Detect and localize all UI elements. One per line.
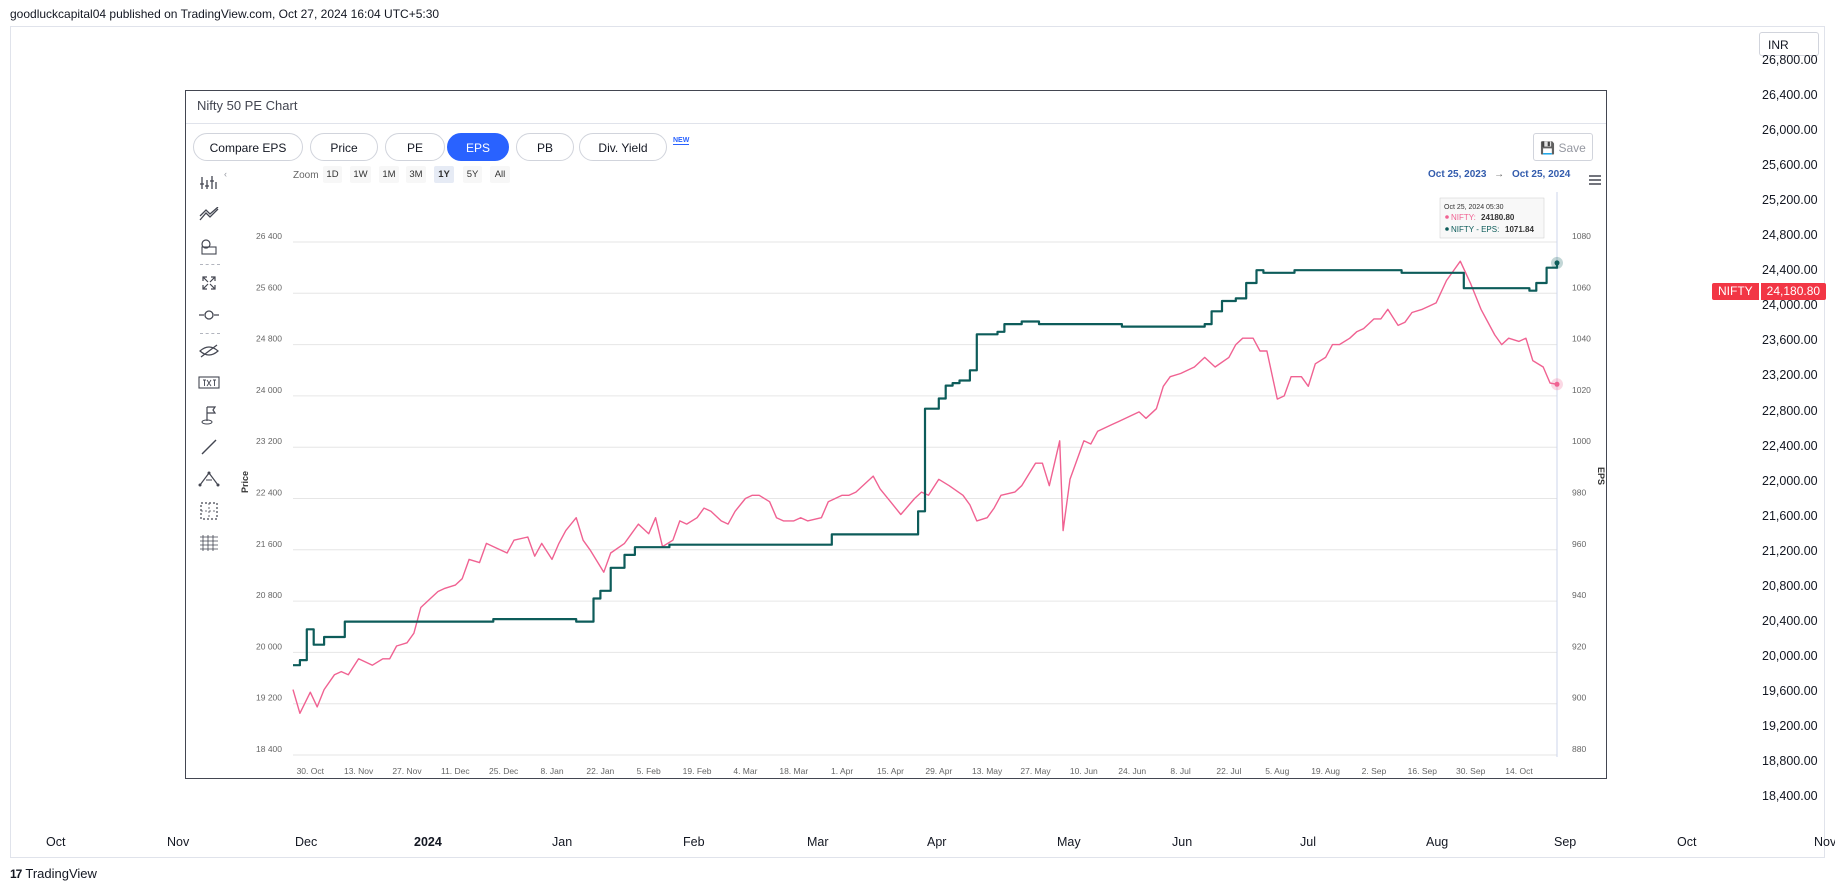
main-axis-tick-label: 18,400.00 bbox=[1762, 789, 1818, 804]
last-price-tag: NIFTY 24,180.80 bbox=[1712, 283, 1827, 300]
main-axis-tick-label: 22,000.00 bbox=[1762, 473, 1818, 488]
main-axis-tick-label: 18,800.00 bbox=[1762, 754, 1818, 768]
main-axis-tick-label: 19,200.00 bbox=[1762, 718, 1818, 733]
main-axis-month-label: Jun bbox=[1172, 835, 1193, 849]
save-label: Save bbox=[1558, 141, 1586, 155]
main-axis-tick-label: 22,400.00 bbox=[1762, 438, 1818, 453]
tab-eps[interactable]: EPS bbox=[447, 133, 509, 161]
main-axis-tick-label: 26,800.00 bbox=[1762, 53, 1818, 67]
measure-icon[interactable] bbox=[194, 235, 224, 259]
main-axis-month-label: 2024 bbox=[414, 835, 442, 849]
main-axis-tick-label: 19,600.00 bbox=[1762, 683, 1818, 698]
zoom-3m-button[interactable]: 3M bbox=[406, 166, 426, 183]
main-axis-month-label: Feb bbox=[683, 835, 705, 849]
zoom-icon[interactable] bbox=[194, 303, 224, 327]
main-axis-tick-label: 20,000.00 bbox=[1762, 648, 1818, 663]
main-axis-month-label: Jul bbox=[1300, 835, 1316, 849]
flag-icon[interactable] bbox=[194, 403, 224, 427]
tab-div-yield[interactable]: Div. Yield bbox=[579, 133, 667, 161]
main-axis-tick-label: 21,600.00 bbox=[1762, 508, 1818, 523]
main-axis-month-label: Mar bbox=[807, 835, 829, 849]
widget-title: Nifty 50 PE Chart bbox=[197, 98, 298, 113]
main-axis-tick-label: 23,200.00 bbox=[1762, 368, 1818, 383]
tab-compare-eps[interactable]: Compare EPS bbox=[193, 133, 303, 161]
main-axis-month-label: May bbox=[1057, 835, 1081, 849]
hide-icon[interactable] bbox=[194, 339, 224, 363]
main-axis-tick-label: 26,400.00 bbox=[1762, 88, 1818, 103]
zoom-1d-button[interactable]: 1D bbox=[323, 166, 342, 183]
main-axis-month-label: Sep bbox=[1554, 835, 1577, 849]
main-axis-month-label: Dec bbox=[295, 835, 318, 849]
selection-icon[interactable] bbox=[194, 499, 224, 523]
text-icon[interactable] bbox=[194, 371, 224, 395]
main-axis-tick-label: 21,200.00 bbox=[1762, 543, 1818, 558]
zoom-1w-button[interactable]: 1W bbox=[350, 166, 371, 183]
pe-chart-widget: Nifty 50 PE Chart Compare EPS Price PE E… bbox=[185, 90, 1607, 779]
main-axis-tick-label: 20,800.00 bbox=[1762, 578, 1818, 593]
save-icon: 💾 bbox=[1540, 141, 1556, 155]
main-axis-tick-label: 24,400.00 bbox=[1762, 263, 1818, 278]
path-icon[interactable] bbox=[194, 467, 224, 491]
main-axis-tick-label: 23,600.00 bbox=[1762, 333, 1818, 348]
main-axis-month-label: Oct bbox=[46, 835, 66, 849]
main-axis-tick-label: 24,000.00 bbox=[1762, 298, 1818, 313]
main-axis-tick-label: 20,400.00 bbox=[1762, 613, 1818, 628]
range-to[interactable]: Oct 25, 2024 bbox=[1512, 169, 1570, 180]
save-button[interactable]: 💾 Save bbox=[1533, 133, 1593, 161]
main-axis-tick-label: 24,800.00 bbox=[1762, 228, 1818, 243]
main-axis-tick-label: 22,800.00 bbox=[1762, 403, 1818, 418]
tab-pb[interactable]: PB bbox=[516, 133, 574, 161]
tradingview-brand: TradingView bbox=[25, 866, 97, 881]
main-axis-month-label: Apr bbox=[927, 835, 947, 849]
new-badge: NEW bbox=[673, 137, 690, 145]
title-divider bbox=[186, 123, 1606, 124]
main-axis-tick-label: 26,000.00 bbox=[1762, 123, 1818, 138]
main-axis-month-label: Oct bbox=[1677, 835, 1697, 849]
fullscreen-icon[interactable] bbox=[194, 271, 224, 295]
zoom-5y-button[interactable]: 5Y bbox=[463, 166, 482, 183]
tab-price[interactable]: Price bbox=[310, 133, 378, 161]
price-tag-symbol: NIFTY bbox=[1712, 283, 1759, 300]
line-tool-icon[interactable] bbox=[194, 171, 224, 195]
date-range[interactable]: Oct 25, 2023 → Oct 25, 2024 bbox=[1428, 169, 1570, 180]
main-axis-month-label: Nov bbox=[167, 835, 190, 849]
main-axis-month-label: Aug bbox=[1426, 835, 1449, 849]
collapse-toolbar-icon[interactable]: ‹ bbox=[224, 169, 227, 179]
range-from[interactable]: Oct 25, 2023 bbox=[1428, 169, 1486, 180]
grid-icon[interactable] bbox=[194, 531, 224, 555]
zoom-all-button[interactable]: All bbox=[490, 166, 510, 183]
range-arrow: → bbox=[1494, 169, 1505, 180]
zoom-label: Zoom bbox=[293, 170, 319, 181]
published-info: goodluckcapital04 published on TradingVi… bbox=[10, 7, 440, 21]
trend-lines-icon[interactable] bbox=[194, 203, 224, 227]
zoom-1m-button[interactable]: 1M bbox=[379, 166, 399, 183]
zoom-1y-button[interactable]: 1Y bbox=[434, 166, 454, 183]
main-axis-month-label: Nov bbox=[1814, 835, 1835, 849]
main-axis-month-label: Jan bbox=[552, 835, 573, 849]
tradingview-mark-icon: 17 bbox=[10, 866, 22, 881]
tradingview-logo[interactable]: 17 TradingView bbox=[10, 866, 97, 881]
main-axis-tick-label: 25,200.00 bbox=[1762, 193, 1818, 208]
chart-menu-icon[interactable] bbox=[1588, 173, 1602, 191]
draw-line-icon[interactable] bbox=[194, 435, 224, 459]
price-tag-value: 24,180.80 bbox=[1760, 283, 1827, 300]
tab-pe[interactable]: PE bbox=[385, 133, 445, 161]
main-axis-tick-label: 25,600.00 bbox=[1762, 158, 1818, 173]
